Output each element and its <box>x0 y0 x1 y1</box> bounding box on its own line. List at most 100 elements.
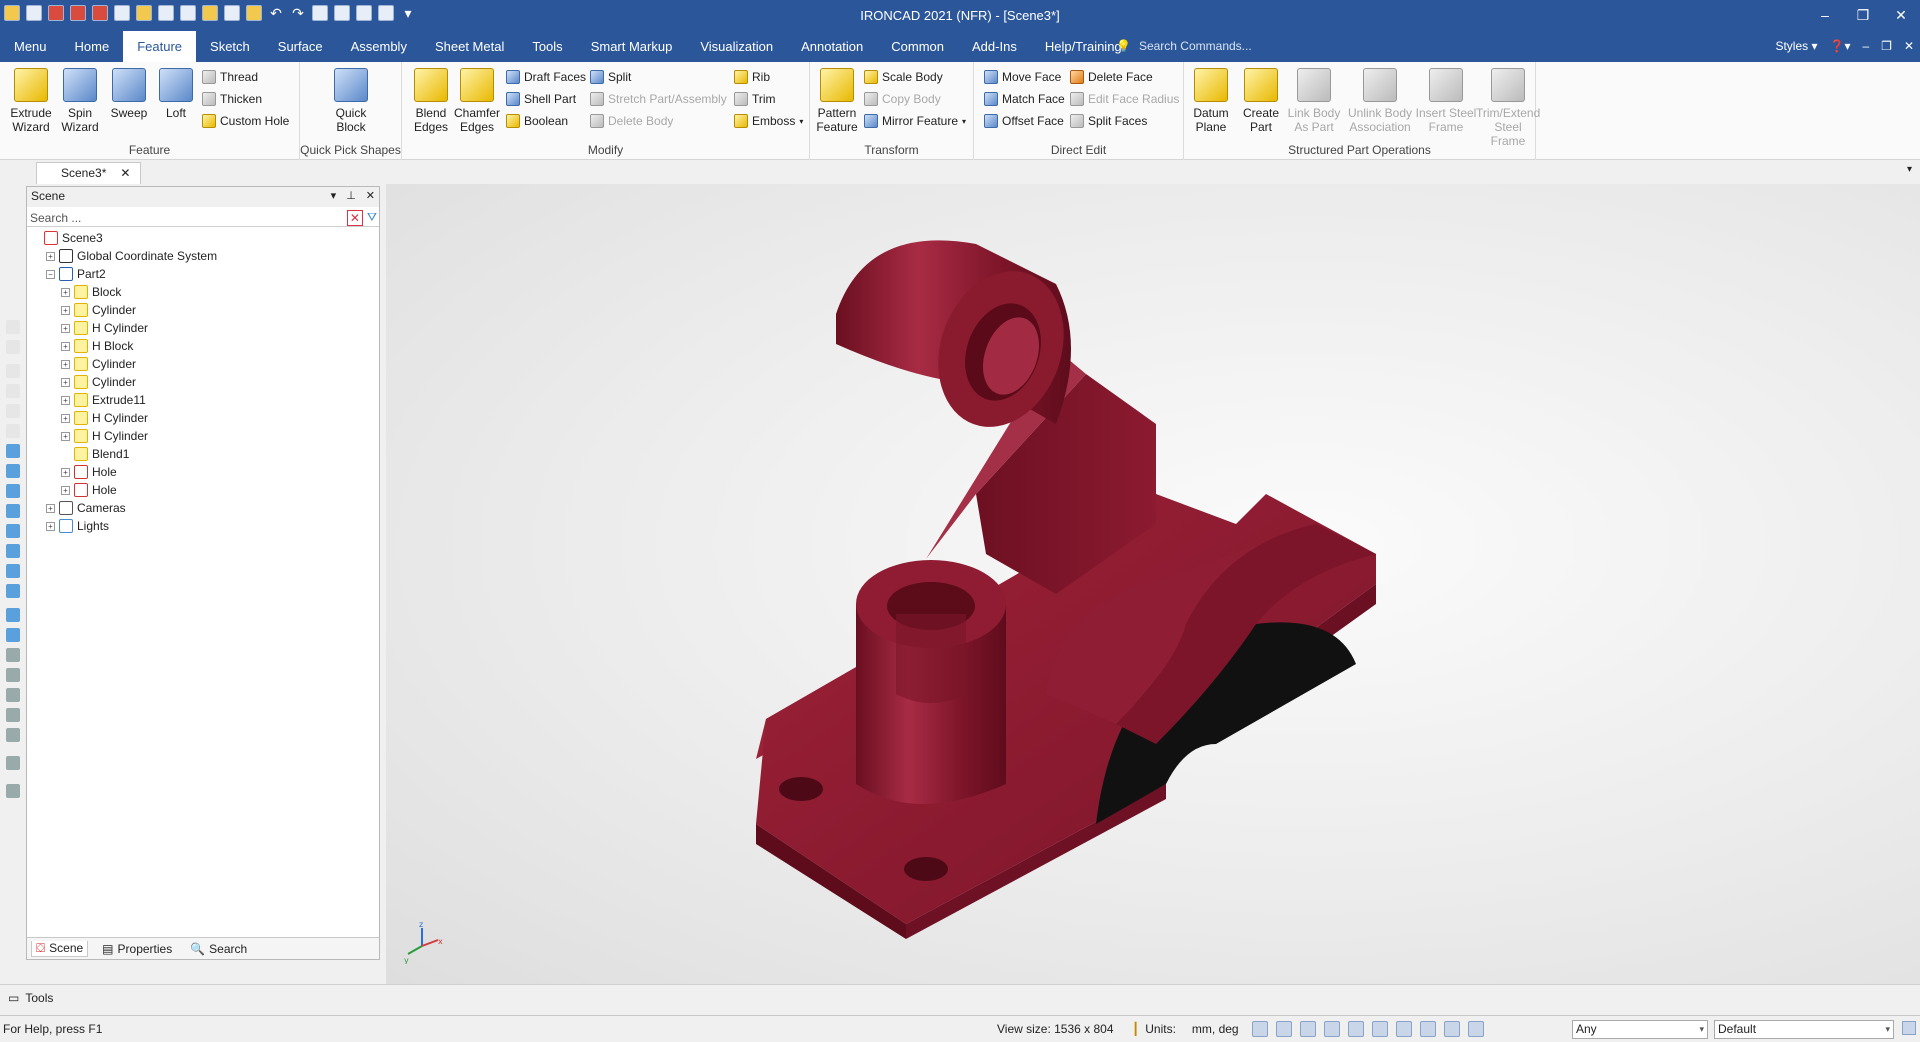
tree-item[interactable]: + Hole <box>27 481 379 499</box>
boolean-button[interactable]: Boolean <box>506 112 568 130</box>
expand-toggle-icon[interactable]: + <box>61 413 70 423</box>
wire-icon[interactable] <box>6 544 20 558</box>
zoom-icon[interactable] <box>1252 1021 1268 1037</box>
expand-toggle-icon[interactable]: − <box>46 269 55 279</box>
tree-item[interactable]: + H Cylinder <box>27 427 379 445</box>
expand-toggle-icon[interactable]: + <box>61 431 70 441</box>
tree-item[interactable]: Blend1 <box>27 445 379 463</box>
tree-item[interactable]: + Extrude11 <box>27 391 379 409</box>
render-mode-icon[interactable] <box>1324 1021 1340 1037</box>
bracket-model[interactable] <box>756 224 1516 964</box>
expand-toggle-icon[interactable]: + <box>61 485 70 495</box>
rib-button[interactable]: Rib <box>734 68 770 86</box>
tree-item[interactable]: + Cylinder <box>27 355 379 373</box>
ruler-icon[interactable] <box>6 648 20 662</box>
tab-list-icon[interactable]: ▾ <box>1907 164 1912 175</box>
expand-toggle-icon[interactable]: + <box>61 341 70 351</box>
view-orient-icon[interactable] <box>1372 1021 1388 1037</box>
line-icon[interactable] <box>6 628 20 642</box>
expand-toggle-icon[interactable]: + <box>61 377 70 387</box>
datum-plane-button[interactable]: Datum Plane <box>1188 68 1234 134</box>
ribbon-minimize-icon[interactable]: – <box>1862 39 1869 53</box>
minimize-button[interactable]: – <box>1806 0 1844 31</box>
cube-icon[interactable] <box>6 444 20 458</box>
tab-properties[interactable]: ▤ Properties <box>98 942 176 956</box>
expand-toggle-icon[interactable]: + <box>61 287 70 297</box>
pointer-icon[interactable] <box>1468 1021 1484 1037</box>
tab-surface[interactable]: Surface <box>264 31 337 62</box>
panel-menu-icon[interactable]: ▾ <box>331 187 337 205</box>
move-face-button[interactable]: Move Face <box>984 68 1061 86</box>
quick-block-button[interactable]: Quick Block <box>328 68 374 134</box>
selection-icon[interactable] <box>1396 1021 1412 1037</box>
tab-common[interactable]: Common <box>877 31 958 62</box>
copy-body-button[interactable]: Copy Body <box>864 90 941 108</box>
tools-icon[interactable]: ▭ <box>8 991 19 1005</box>
pen-icon[interactable] <box>6 608 20 622</box>
scene-search-input[interactable]: Search ... <box>30 211 347 225</box>
layer-icon[interactable] <box>6 484 20 498</box>
measure-icon[interactable] <box>6 756 20 770</box>
custom-hole-button[interactable]: Custom Hole <box>202 112 289 130</box>
tab-visualization[interactable]: Visualization <box>686 31 787 62</box>
mirror-feature-button[interactable]: Mirror Feature ▾ <box>864 112 966 130</box>
part-display-icon[interactable] <box>1444 1021 1460 1037</box>
panel-close-icon[interactable]: ✕ <box>366 187 375 205</box>
tree-item[interactable]: Scene3 <box>27 229 379 247</box>
blend-edges-button[interactable]: Blend Edges <box>408 68 454 134</box>
command-search-input[interactable]: Search Commands... <box>1139 39 1252 53</box>
tab-sketch[interactable]: Sketch <box>196 31 264 62</box>
match-face-button[interactable]: Match Face <box>984 90 1065 108</box>
trim-button[interactable]: Trim <box>734 90 776 108</box>
offset-face-button[interactable]: Offset Face <box>984 112 1064 130</box>
camera-view-icon[interactable] <box>1300 1021 1316 1037</box>
draft-faces-button[interactable]: Draft Faces <box>506 68 586 86</box>
expand-toggle-icon[interactable]: + <box>61 359 70 369</box>
sweep-button[interactable]: Sweep <box>106 68 152 120</box>
chamfer-edges-button[interactable]: Chamfer Edges <box>454 68 500 134</box>
loft-button[interactable]: Loft <box>153 68 199 120</box>
snap-icon[interactable] <box>6 320 20 334</box>
clear-search-icon[interactable]: ✕ <box>346 209 363 226</box>
frame-icon[interactable] <box>6 464 20 478</box>
tree-item[interactable]: + Cameras <box>27 499 379 517</box>
style-select[interactable]: Default ▾ <box>1714 1020 1894 1039</box>
scene-search[interactable]: Search ... ✕ ⛛ <box>27 209 379 227</box>
scale-body-button[interactable]: Scale Body <box>864 68 943 86</box>
tab-scene[interactable]: ⛋ Scene <box>31 940 89 957</box>
orbit-icon[interactable] <box>6 728 20 742</box>
dimension-icon[interactable] <box>6 668 20 682</box>
edit-face-radius-button[interactable]: Edit Face Radius <box>1070 90 1179 108</box>
selection-filter-select[interactable]: Any ▾ <box>1572 1020 1708 1039</box>
pattern-feature-button[interactable]: Pattern Feature <box>814 68 860 134</box>
tab-annotation[interactable]: Annotation <box>787 31 877 62</box>
tab-search[interactable]: 🔍 Search <box>186 942 251 956</box>
link-body-button[interactable]: Link Body As Part <box>1284 68 1344 134</box>
tree-item[interactable]: + Cylinder <box>27 373 379 391</box>
tree-item[interactable]: + Global Coordinate System <box>27 247 379 265</box>
tab-assembly[interactable]: Assembly <box>337 31 421 62</box>
tab-tools[interactable]: Tools <box>518 31 576 62</box>
shade-icon[interactable] <box>6 564 20 578</box>
tree-item[interactable]: + H Cylinder <box>27 319 379 337</box>
shell-part-button[interactable]: Shell Part <box>506 90 576 108</box>
close-button[interactable]: ✕ <box>1882 0 1920 31</box>
tree-item[interactable]: + Block <box>27 283 379 301</box>
tree-item[interactable]: + H Cylinder <box>27 409 379 427</box>
close-tab-icon[interactable]: ✕ <box>120 163 130 184</box>
split-faces-button[interactable]: Split Faces <box>1070 112 1147 130</box>
zoom-box-icon[interactable] <box>1276 1021 1292 1037</box>
command-search[interactable]: 💡 Search Commands... <box>1116 39 1252 53</box>
styles-dropdown[interactable]: Styles ▾ <box>1775 39 1817 53</box>
tree-item[interactable]: − Part2 <box>27 265 379 283</box>
tree-item[interactable]: + H Block <box>27 337 379 355</box>
tree-item[interactable]: + Lights <box>27 517 379 535</box>
status-end-icon[interactable] <box>1902 1021 1916 1035</box>
3d-viewport[interactable]: z x y <box>386 184 1920 984</box>
block-icon[interactable] <box>6 524 20 538</box>
expand-toggle-icon[interactable]: + <box>61 467 70 477</box>
thread-button[interactable]: Thread <box>202 68 258 86</box>
tab-add-ins[interactable]: Add-Ins <box>958 31 1031 62</box>
expand-toggle-icon[interactable]: + <box>61 395 70 405</box>
tab-sheet-metal[interactable]: Sheet Metal <box>421 31 518 62</box>
